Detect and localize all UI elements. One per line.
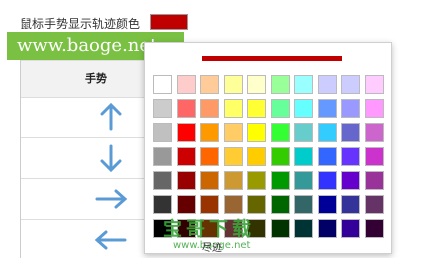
- color-cell[interactable]: [200, 75, 219, 94]
- color-cell[interactable]: [270, 171, 290, 190]
- color-cell[interactable]: [341, 219, 360, 238]
- color-cell[interactable]: [223, 147, 243, 166]
- color-cell[interactable]: [176, 99, 196, 118]
- color-cell[interactable]: [364, 99, 384, 118]
- color-cell[interactable]: [270, 219, 290, 238]
- arrow-left-icon: [94, 230, 127, 250]
- color-cell[interactable]: [364, 219, 384, 238]
- color-cell[interactable]: [317, 219, 337, 238]
- color-cell[interactable]: [364, 171, 384, 190]
- color-cell[interactable]: [317, 99, 337, 118]
- color-cell[interactable]: [317, 171, 337, 190]
- color-cell[interactable]: [223, 171, 243, 190]
- color-cell[interactable]: [270, 195, 290, 214]
- color-cell[interactable]: [200, 123, 219, 142]
- color-cell[interactable]: [176, 147, 196, 166]
- selected-color-preview: [202, 56, 342, 61]
- color-cell[interactable]: [317, 75, 337, 94]
- color-cell[interactable]: [341, 147, 360, 166]
- arrow-up-icon: [100, 102, 122, 131]
- arrow-right-icon: [95, 189, 128, 209]
- color-cell[interactable]: [153, 75, 172, 94]
- color-cell[interactable]: [341, 75, 360, 94]
- color-cell[interactable]: [270, 99, 290, 118]
- color-cell[interactable]: [200, 99, 219, 118]
- color-cell[interactable]: [247, 99, 266, 118]
- color-cell[interactable]: [317, 147, 337, 166]
- color-cell[interactable]: [176, 171, 196, 190]
- color-cell[interactable]: [341, 195, 360, 214]
- color-cell[interactable]: [247, 123, 266, 142]
- color-cell[interactable]: [364, 75, 384, 94]
- color-cell[interactable]: [294, 195, 313, 214]
- color-cell[interactable]: [153, 171, 172, 190]
- watermark-brand: 宝哥下载: [163, 218, 256, 240]
- color-cell[interactable]: [341, 171, 360, 190]
- color-cell[interactable]: [270, 147, 290, 166]
- color-cell[interactable]: [294, 99, 313, 118]
- color-cell[interactable]: [294, 171, 313, 190]
- color-cell[interactable]: [153, 147, 172, 166]
- color-cell[interactable]: [223, 123, 243, 142]
- color-cell[interactable]: [153, 123, 172, 142]
- color-cell[interactable]: [317, 123, 337, 142]
- color-cell[interactable]: [294, 123, 313, 142]
- watermark-partial-text: 尽迹: [202, 243, 222, 254]
- color-cell[interactable]: [200, 147, 219, 166]
- color-cell[interactable]: [364, 147, 384, 166]
- color-cell[interactable]: [294, 75, 313, 94]
- color-cell[interactable]: [223, 99, 243, 118]
- color-cell[interactable]: [223, 195, 243, 214]
- color-cell[interactable]: [176, 195, 196, 214]
- color-cell[interactable]: [317, 195, 337, 214]
- color-cell[interactable]: [247, 171, 266, 190]
- color-cell[interactable]: [153, 99, 172, 118]
- color-cell[interactable]: [294, 147, 313, 166]
- color-cell[interactable]: [200, 171, 219, 190]
- color-cell[interactable]: [294, 219, 313, 238]
- color-cell[interactable]: [176, 123, 196, 142]
- color-cell[interactable]: [153, 195, 172, 214]
- color-cell[interactable]: [364, 195, 384, 214]
- color-cell[interactable]: [364, 123, 384, 142]
- arrow-down-icon: [100, 144, 122, 173]
- color-cell[interactable]: [247, 147, 266, 166]
- color-cell[interactable]: [247, 75, 266, 94]
- color-cell[interactable]: [341, 123, 360, 142]
- color-cell[interactable]: [341, 99, 360, 118]
- current-color-swatch[interactable]: [150, 14, 188, 30]
- color-cell[interactable]: [223, 75, 243, 94]
- color-cell[interactable]: [270, 75, 290, 94]
- color-cell[interactable]: [270, 123, 290, 142]
- gesture-color-label: 鼠标手势显示轨迹颜色: [20, 17, 141, 31]
- gesture-column-header: 手势: [85, 72, 107, 85]
- color-cell[interactable]: [200, 195, 219, 214]
- color-cell[interactable]: [176, 75, 196, 94]
- color-cell[interactable]: [247, 195, 266, 214]
